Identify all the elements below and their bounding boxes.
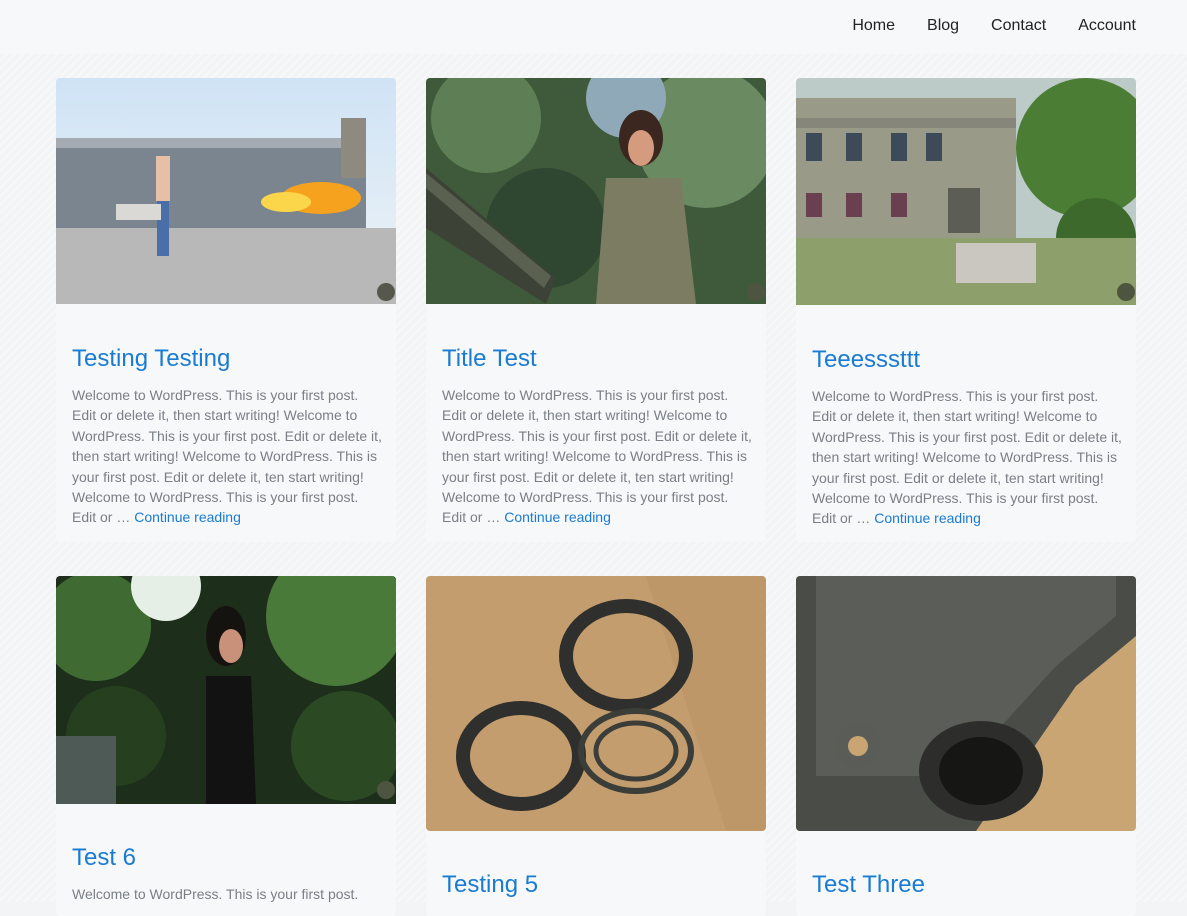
post-title[interactable]: Title Test — [442, 345, 537, 373]
post-thumbnail[interactable] — [56, 576, 396, 804]
post-card: Test Three — [796, 576, 1136, 916]
post-card: Teeesssttt Welcome to WordPress. This is… — [796, 78, 1136, 542]
post-title[interactable]: Test 6 — [72, 844, 136, 872]
nav-blog-link[interactable]: Blog — [927, 16, 959, 36]
post-card: Testing Testing Welcome to WordPress. Th… — [56, 78, 396, 542]
post-excerpt: Welcome to WordPress. This is your first… — [72, 886, 359, 902]
post-image — [426, 576, 766, 831]
continue-reading-link[interactable]: Continue reading — [504, 509, 611, 525]
post-title[interactable]: Testing Testing — [72, 345, 230, 373]
nav-account-link[interactable]: Account — [1078, 16, 1136, 36]
post-card: Testing 5 — [426, 576, 766, 916]
post-thumbnail[interactable] — [56, 78, 396, 304]
site-header: Home Blog Contact Account — [0, 0, 1187, 54]
post-image — [796, 576, 1136, 831]
post-image — [796, 78, 1136, 305]
nav-contact-link[interactable]: Contact — [991, 16, 1046, 36]
post-image — [426, 78, 766, 304]
excerpt-text: Welcome to WordPress. This is your first… — [72, 387, 382, 526]
post-excerpt: Welcome to WordPress. This is your first… — [72, 385, 384, 528]
post-title[interactable]: Testing 5 — [442, 871, 538, 899]
post-title[interactable]: Test Three — [812, 871, 925, 899]
post-image — [56, 78, 396, 304]
post-thumbnail[interactable] — [796, 78, 1136, 305]
continue-reading-link[interactable]: Continue reading — [874, 510, 981, 526]
post-thumbnail[interactable] — [426, 78, 766, 304]
excerpt-text: Welcome to WordPress. This is your first… — [812, 388, 1122, 527]
post-excerpt: Welcome to WordPress. This is your first… — [442, 385, 754, 528]
post-card: Test 6 Welcome to WordPress. This is you… — [56, 576, 396, 916]
post-image — [56, 576, 396, 804]
post-card: Title Test Welcome to WordPress. This is… — [426, 78, 766, 542]
nav-home-link[interactable]: Home — [852, 16, 895, 36]
excerpt-text: Welcome to WordPress. This is your first… — [442, 387, 752, 526]
post-title[interactable]: Teeesssttt — [812, 346, 920, 374]
post-thumbnail[interactable] — [426, 576, 766, 831]
post-thumbnail[interactable] — [796, 576, 1136, 831]
post-excerpt: Welcome to WordPress. This is your first… — [812, 386, 1124, 529]
continue-reading-link[interactable]: Continue reading — [134, 509, 241, 525]
main-navigation: Home Blog Contact Account — [820, 16, 1136, 36]
